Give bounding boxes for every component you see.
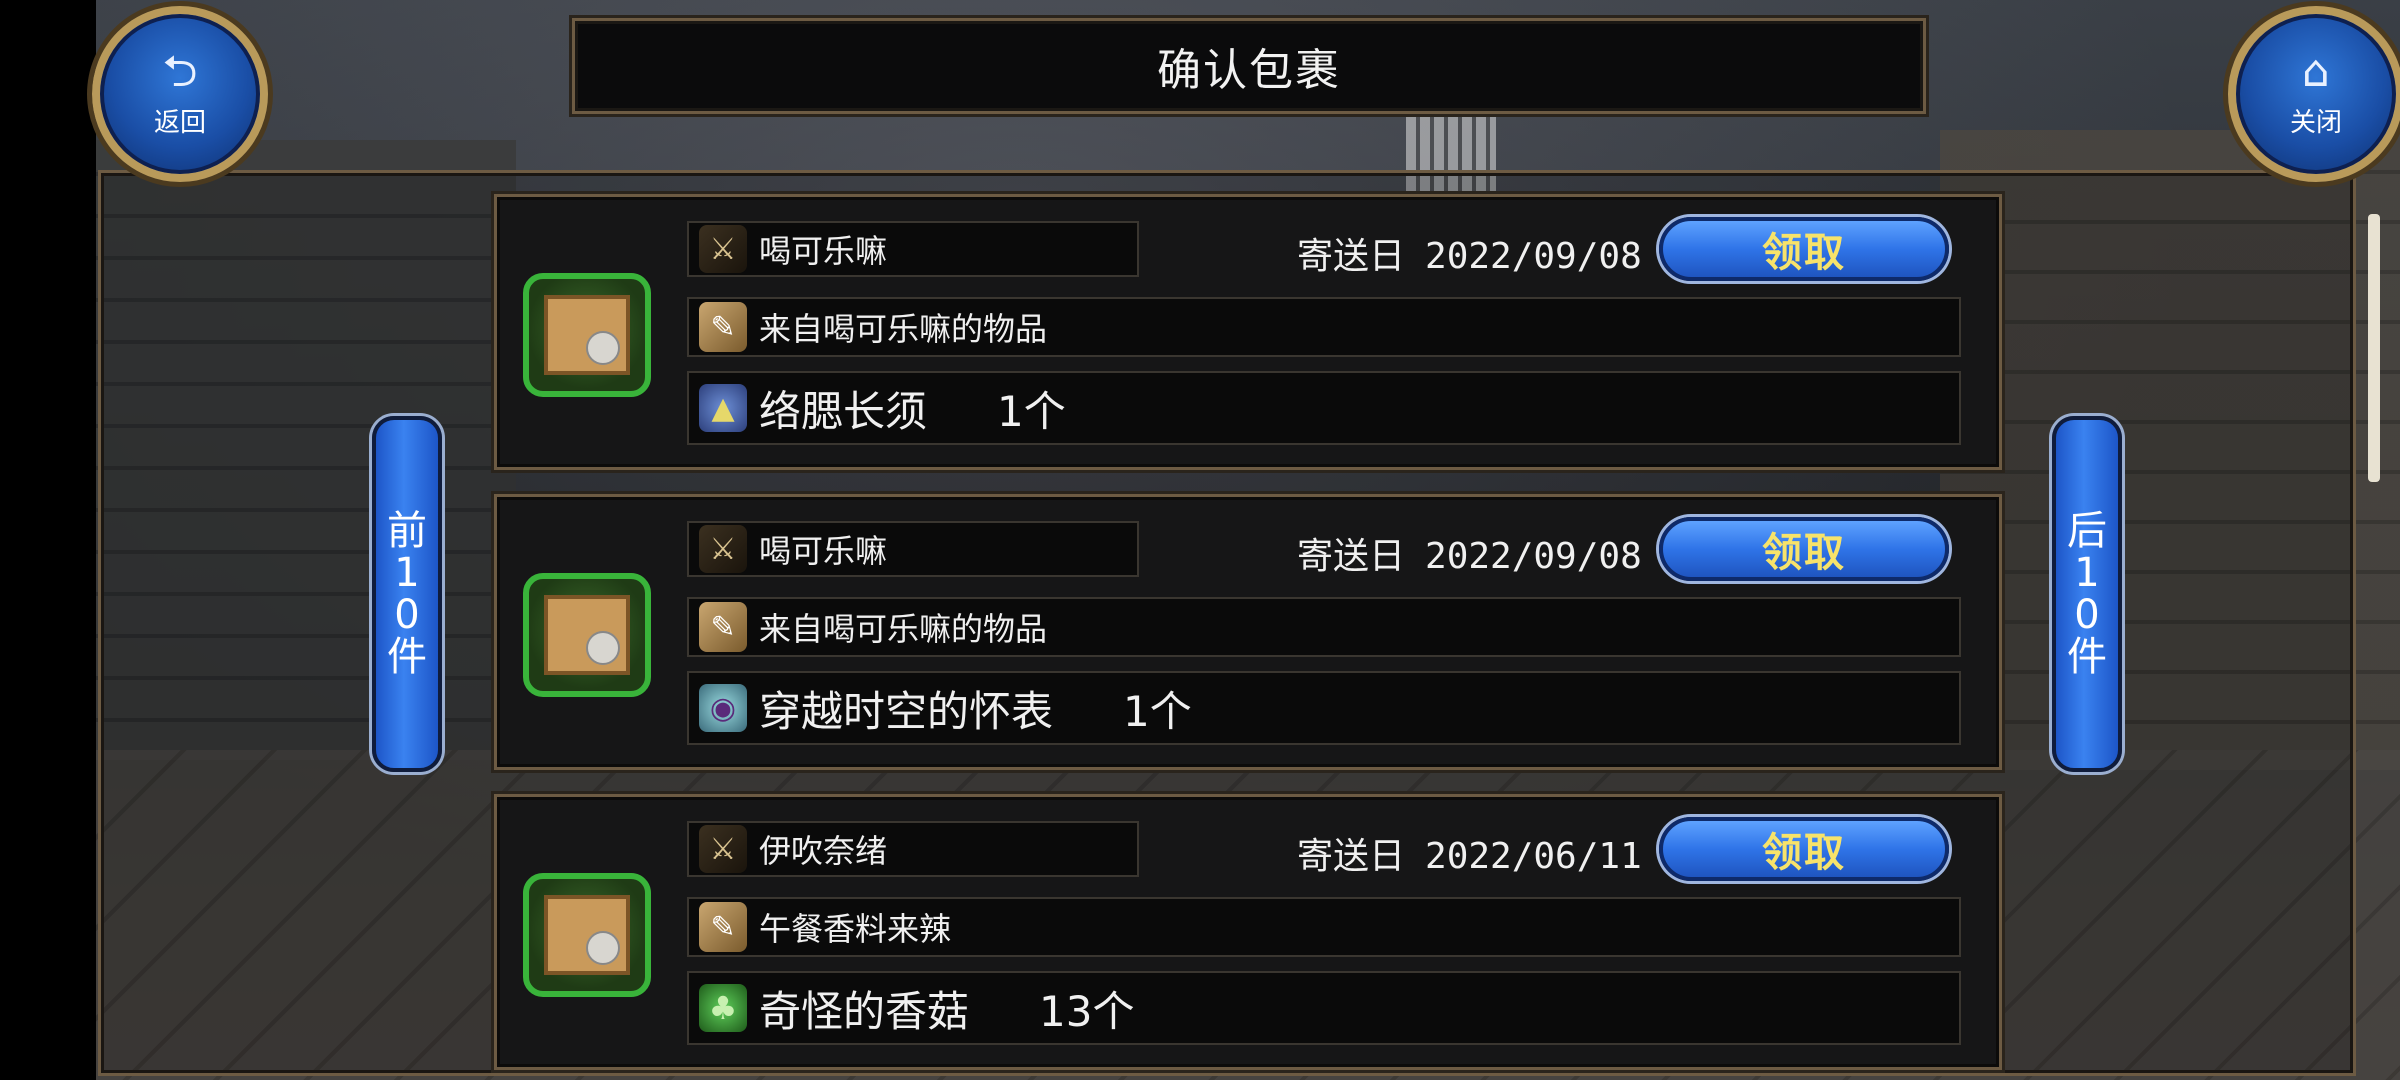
package-card: ⚔ 喝可乐嘛 寄送日 2022/09/08 领取 ✎ 来自喝可乐嘛的物品 ▲ 络腮… xyxy=(494,194,2002,470)
next-10-label: 后10件 xyxy=(2067,508,2107,680)
sender-field: ⚔ 喝可乐嘛 xyxy=(687,221,1139,277)
return-arrow-icon: ⮌ xyxy=(162,45,198,97)
sender-name: 喝可乐嘛 xyxy=(759,532,888,570)
item-name: 络腮长须 xyxy=(759,386,928,436)
item-field: ◉ 穿越时空的怀表 1个 xyxy=(687,671,1961,745)
subject-text: 来自喝可乐嘛的物品 xyxy=(759,310,1048,348)
subject-field: ✎ 来自喝可乐嘛的物品 xyxy=(687,597,1961,657)
item-name: 穿越时空的怀表 xyxy=(759,686,1054,736)
sender-icon: ⚔ xyxy=(699,225,747,273)
page-title: 确认包裹 xyxy=(1157,45,1341,96)
package-card: ⚔ 伊吹奈绪 寄送日 2022/06/11 领取 ✎ 午餐香料来辣 ♣ 奇怪的香菇… xyxy=(494,794,2002,1070)
subject-field: ✎ 午餐香料来辣 xyxy=(687,897,1961,957)
package-card: ⚔ 喝可乐嘛 寄送日 2022/09/08 领取 ✎ 来自喝可乐嘛的物品 ◉ 穿越… xyxy=(494,494,2002,770)
item-quantity: 1个 xyxy=(1123,686,1192,736)
send-date: 寄送日 2022/09/08 xyxy=(1297,536,1642,577)
subject-text: 午餐香料来辣 xyxy=(759,910,952,948)
subject-field: ✎ 来自喝可乐嘛的物品 xyxy=(687,297,1961,357)
sender-name: 喝可乐嘛 xyxy=(759,232,888,270)
sender-field: ⚔ 喝可乐嘛 xyxy=(687,521,1139,577)
beard-icon: ▲ xyxy=(699,384,747,432)
title-bar: 确认包裹 xyxy=(572,18,1926,114)
sender-name: 伊吹奈绪 xyxy=(759,832,888,870)
claim-label: 领取 xyxy=(1762,530,1846,576)
claim-label: 领取 xyxy=(1762,830,1846,876)
send-date: 寄送日 2022/09/08 xyxy=(1297,236,1642,277)
item-field: ♣ 奇怪的香菇 13个 xyxy=(687,971,1961,1045)
previous-10-button[interactable]: 前10件 xyxy=(372,416,442,772)
scroll-icon: ✎ xyxy=(699,602,747,652)
subject-text: 来自喝可乐嘛的物品 xyxy=(759,610,1048,648)
send-date: 寄送日 2022/06/11 xyxy=(1297,836,1642,877)
sender-field: ⚔ 伊吹奈绪 xyxy=(687,821,1139,877)
pocket-watch-icon: ◉ xyxy=(699,684,747,732)
scroll-icon: ✎ xyxy=(699,902,747,952)
item-name: 奇怪的香菇 xyxy=(759,986,970,1036)
close-button[interactable]: ⌂ 关闭 xyxy=(2228,6,2400,182)
sender-icon: ⚔ xyxy=(699,525,747,573)
mushroom-icon: ♣ xyxy=(699,984,747,1032)
back-label: 返回 xyxy=(153,107,206,138)
home-icon: ⌂ xyxy=(2302,45,2330,97)
item-quantity: 13个 xyxy=(1039,986,1135,1036)
item-quantity: 1个 xyxy=(997,386,1066,436)
claim-button[interactable]: 领取 xyxy=(1659,817,1949,881)
next-10-button[interactable]: 后10件 xyxy=(2052,416,2122,772)
sender-icon: ⚔ xyxy=(699,825,747,873)
back-button[interactable]: ⮌ 返回 xyxy=(92,6,268,182)
close-label: 关闭 xyxy=(2289,107,2342,138)
list-scrollbar[interactable] xyxy=(2368,214,2380,482)
previous-10-label: 前10件 xyxy=(387,508,427,680)
scroll-icon: ✎ xyxy=(699,302,747,352)
package-box-icon xyxy=(523,573,651,697)
claim-label: 领取 xyxy=(1762,230,1846,276)
package-box-icon xyxy=(523,873,651,997)
package-box-icon xyxy=(523,273,651,397)
claim-button[interactable]: 领取 xyxy=(1659,517,1949,581)
item-field: ▲ 络腮长须 1个 xyxy=(687,371,1961,445)
claim-button[interactable]: 领取 xyxy=(1659,217,1949,281)
